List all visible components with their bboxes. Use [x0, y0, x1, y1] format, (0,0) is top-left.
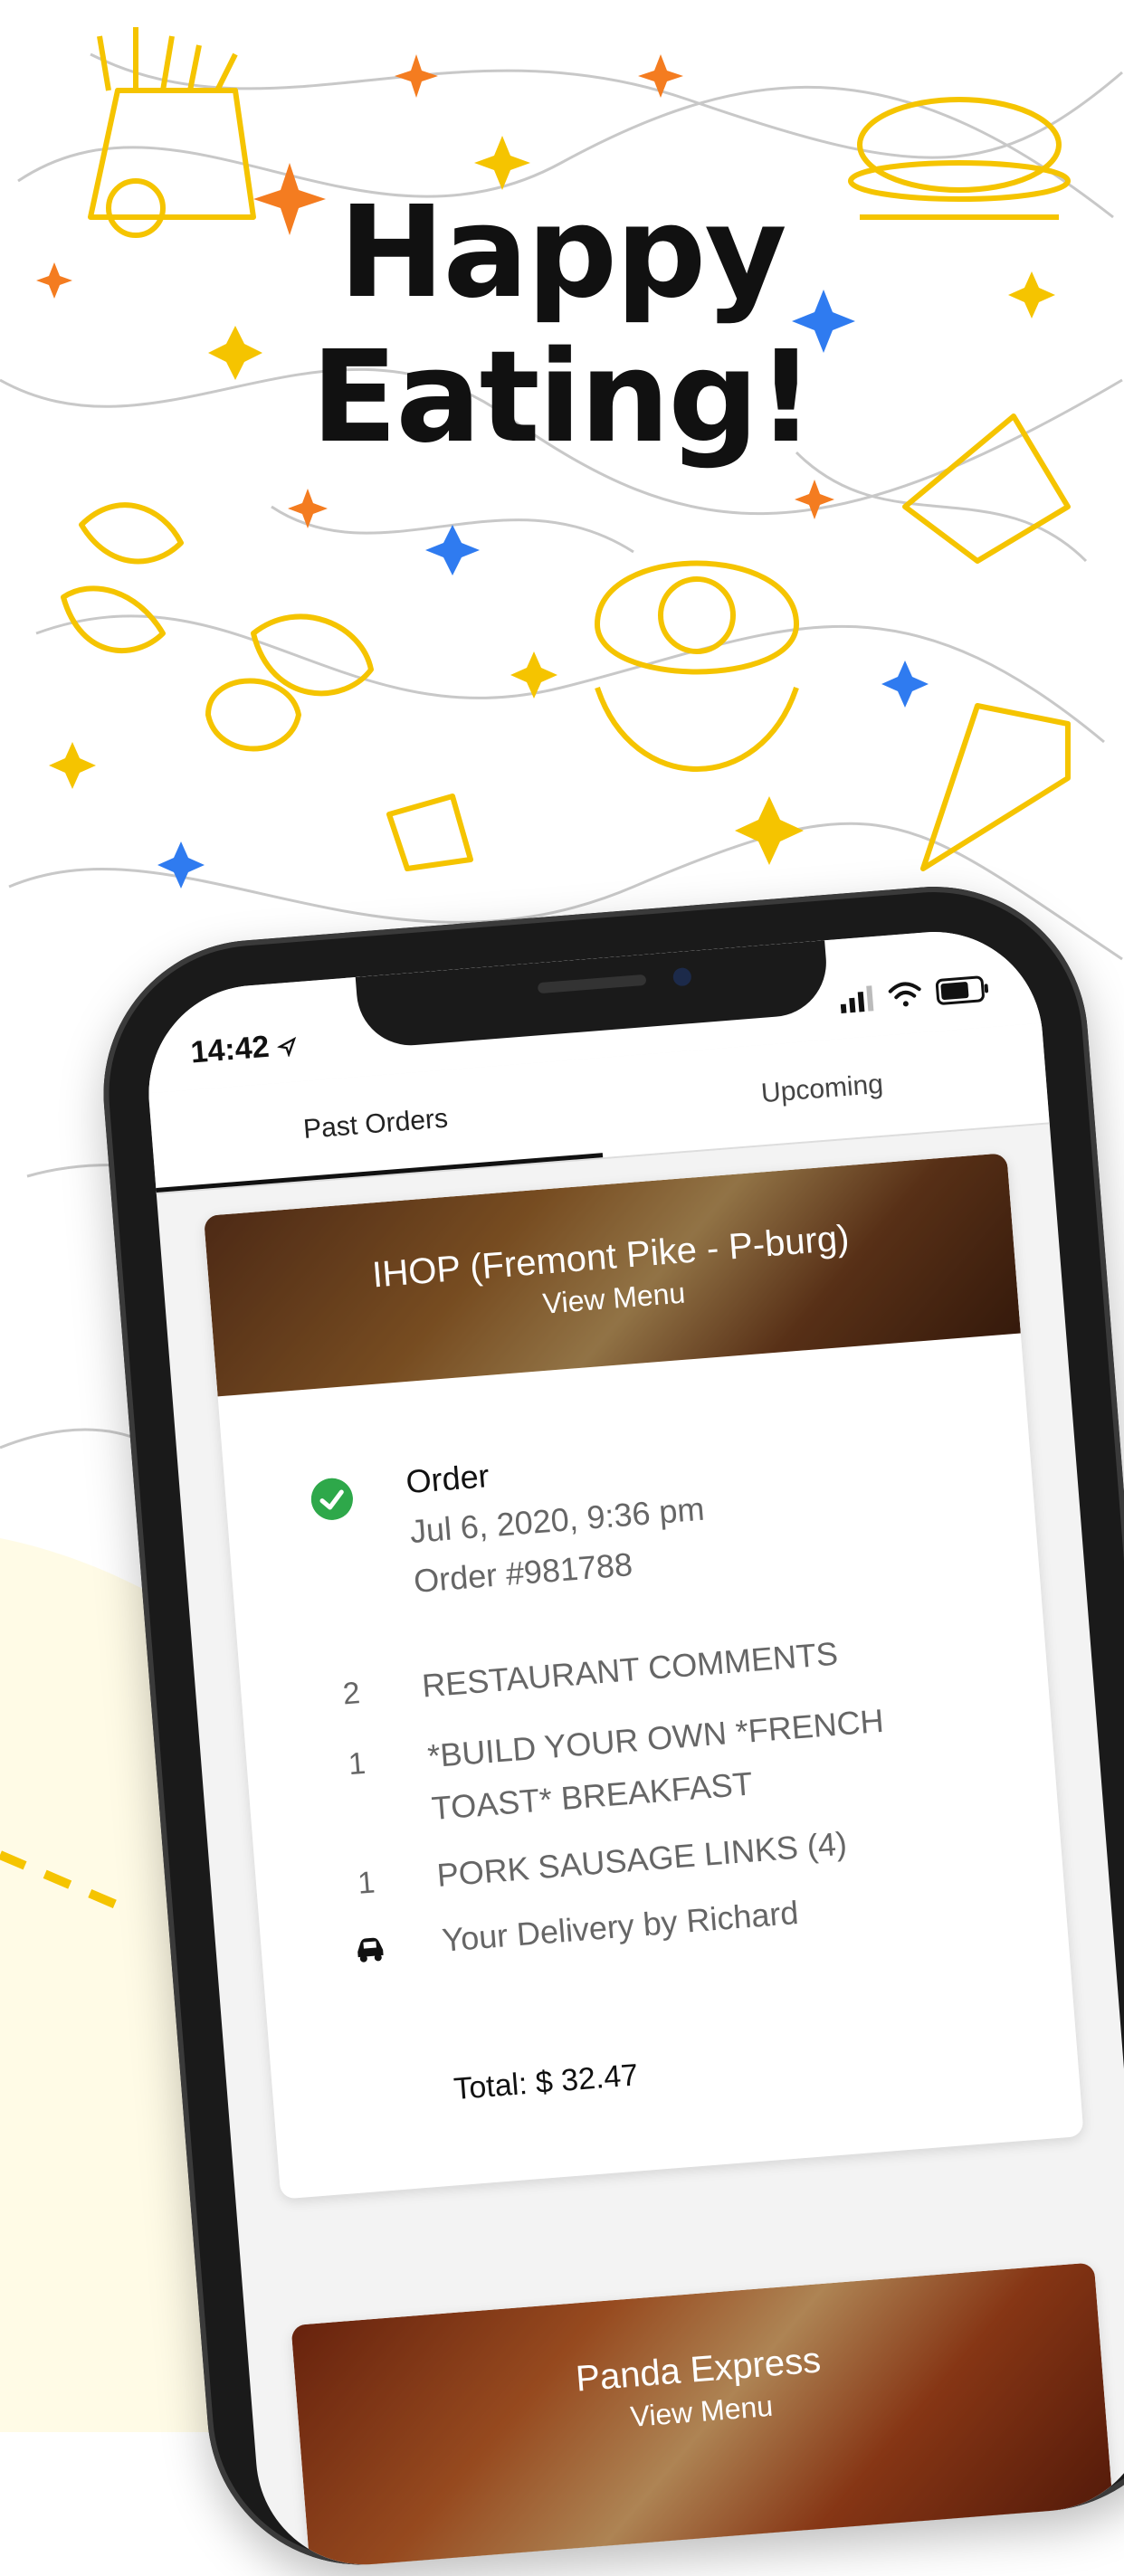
restaurant-banner[interactable]: IHOP (Fremont Pike - P-burg) View Menu	[203, 1153, 1021, 1397]
item-quantity: 2	[341, 1676, 362, 1712]
item-quantity: 1	[356, 1865, 376, 1901]
check-circle-icon	[310, 1477, 355, 1522]
order-number: Order #981788	[412, 1545, 634, 1600]
status-icons	[840, 975, 989, 1014]
tab-past-orders-label: Past Orders	[301, 1103, 450, 1145]
status-time: 14:42	[189, 1027, 299, 1070]
speaker	[537, 974, 647, 994]
phone-screen: 14:42 Past Orders Upcoming IHOP (Fremont…	[140, 924, 1124, 2573]
phone-mockup: 14:42 Past Orders Upcoming IHOP (Fremont…	[91, 875, 1124, 2576]
order-status-label: Order	[405, 1457, 491, 1501]
headline: Happy Eating!	[0, 181, 1124, 471]
car-icon	[357, 1937, 384, 1963]
order-date: Jul 6, 2020, 9:36 pm	[408, 1489, 706, 1551]
headline-line-2: Eating!	[310, 324, 815, 471]
tab-active-indicator	[156, 1153, 604, 1193]
restaurant-banner[interactable]: Panda Express View Menu	[291, 2262, 1116, 2573]
order-card[interactable]: IHOP (Fremont Pike - P-burg) View Menu O…	[203, 1153, 1084, 2200]
wifi-icon	[888, 982, 921, 1007]
order-total: Total: $ 32.47	[452, 2058, 640, 2107]
headline-line-1: Happy	[338, 179, 786, 327]
front-camera	[672, 966, 692, 987]
status-time-text: 14:42	[189, 1029, 271, 1070]
battery-icon	[935, 975, 989, 1005]
signal-icon	[840, 985, 874, 1014]
location-arrow-icon	[277, 1036, 297, 1058]
tab-upcoming-label: Upcoming	[759, 1069, 885, 1109]
order-card[interactable]: Panda Express View Menu	[291, 2262, 1116, 2573]
item-quantity: 1	[347, 1745, 367, 1782]
item-name: *BUILD YOUR OWN *FRENCH TOAST* BREAKFAST	[425, 1701, 885, 1828]
